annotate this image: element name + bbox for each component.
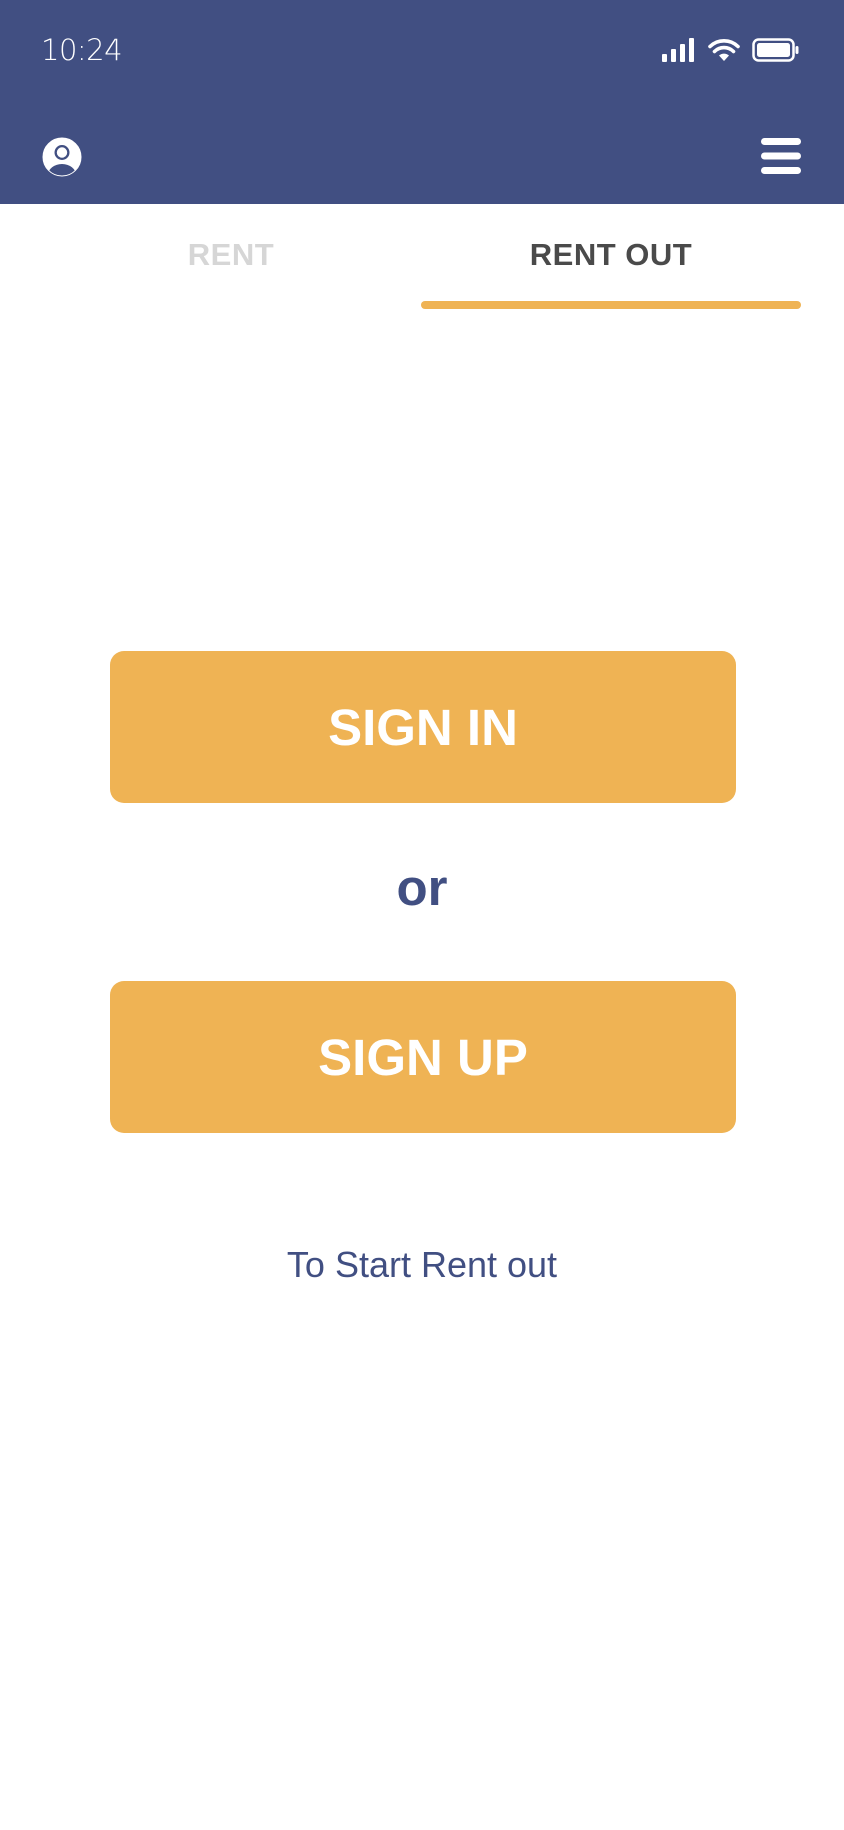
signal-icon [662, 38, 694, 62]
account-icon [42, 137, 82, 177]
menu-button[interactable] [761, 137, 801, 175]
menu-icon [761, 138, 801, 174]
battery-icon [752, 38, 799, 62]
screen: 10:24 RENT RENT OUT SIGN IN or SIGN UP T… [0, 0, 844, 1830]
tab-bar: RENT RENT OUT [0, 204, 844, 310]
sign-in-button[interactable]: SIGN IN [110, 651, 736, 803]
status-icons [662, 38, 800, 62]
active-tab-indicator [421, 301, 801, 309]
tab-rent[interactable]: RENT [41, 204, 421, 310]
app-bar: 10:24 [0, 0, 844, 204]
account-button[interactable] [42, 137, 82, 177]
status-time: 10:24 [41, 33, 123, 67]
or-separator: or [396, 859, 448, 916]
tab-rent-out[interactable]: RENT OUT [421, 204, 801, 310]
sign-up-button[interactable]: SIGN UP [110, 981, 736, 1133]
wifi-icon [708, 39, 740, 61]
rent-out-caption: To Start Rent out [286, 1244, 558, 1285]
